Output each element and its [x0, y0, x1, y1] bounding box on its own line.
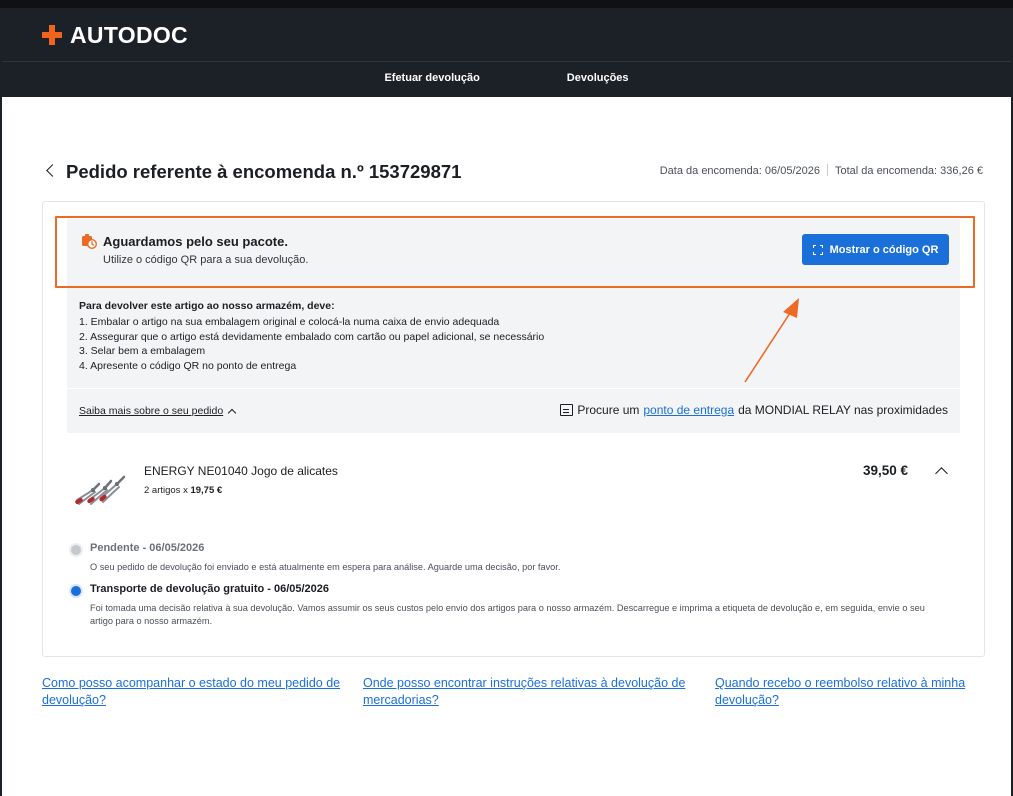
order-total: Total da encomenda: 336,26 € — [834, 165, 983, 177]
order-date: Data da encomenda: 06/05/2026 — [659, 165, 820, 177]
logo-text: AUTODOC — [70, 21, 188, 48]
window-top-strip — [0, 0, 1013, 8]
show-qr-code-label: Mostrar o código QR — [829, 243, 939, 256]
logo-plus-icon — [42, 25, 62, 45]
pliers-product-image — [75, 475, 126, 505]
step-description: Foi tomada uma decisão relativa à sua de… — [90, 603, 925, 626]
top-nav: Efetuar devolução Devoluções — [2, 72, 1011, 84]
learn-more-label: Saiba mais sobre o seu pedido — [79, 405, 224, 417]
nav-item-returns[interactable]: Devoluções — [567, 72, 629, 84]
receipt-icon — [560, 404, 574, 416]
meta-separator — [826, 164, 828, 176]
qr-scan-icon — [812, 244, 823, 255]
step-title: Transporte de devolução gratuito - 06/05… — [90, 583, 330, 595]
product-row: ENERGY NE01040 Jogo de alicates 2 artigo… — [67, 452, 960, 532]
instruction-step: 2. Assegurar que o artigo está devidamen… — [79, 330, 545, 343]
order-meta: Data da encomenda: 06/05/2026 Total da en… — [660, 164, 983, 177]
autodoc-logo[interactable]: AUTODOC — [42, 22, 188, 48]
faq-link-return-instructions[interactable]: Onde posso encontrar instruções relativa… — [363, 675, 703, 709]
step-description: O seu pedido de devolução foi enviado e … — [90, 562, 561, 572]
faq-link-track-status[interactable]: Como posso acompanhar o estado do meu pe… — [42, 675, 352, 709]
pickup-point-finder: Procure um ponto de entrega da MONDIAL R… — [560, 403, 948, 417]
status-dot-blue-icon — [71, 586, 81, 596]
instruction-step: 1. Embalar o artigo na sua embalagem ori… — [79, 315, 500, 328]
back-chevron-icon[interactable] — [46, 164, 59, 177]
notice-title: Aguardamos pelo seu pacote. — [103, 234, 288, 249]
panel-divider — [67, 388, 960, 389]
chevron-up-icon — [227, 408, 237, 418]
header-divider — [2, 61, 1011, 62]
product-quantity: 2 artigos x 19,75 € — [144, 485, 222, 496]
instruction-step: 3. Selar bem a embalagem — [79, 345, 206, 358]
notice-subtitle: Utilize o código QR para a sua devolução… — [103, 254, 309, 266]
qty-prefix: 2 artigos x — [144, 485, 188, 496]
product-name: ENERGY NE01040 Jogo de alicates — [144, 464, 338, 478]
package-clock-icon — [82, 234, 97, 249]
page-title-row: Pedido referente à encomenda n.º 1537298… — [42, 159, 983, 185]
collapse-chevron-icon[interactable] — [935, 467, 948, 480]
awaiting-package-notice: Aguardamos pelo seu pacote. Utilize o có… — [67, 219, 960, 281]
learn-more-link[interactable]: Saiba mais sobre o seu pedido — [79, 405, 237, 418]
instructions-heading: Para devolver este artigo ao nosso armaz… — [79, 300, 335, 312]
nav-item-make-return[interactable]: Efetuar devolução — [384, 72, 479, 84]
status-dot-gray-icon — [71, 545, 81, 555]
page-title: Pedido referente à encomenda n.º 1537298… — [66, 161, 462, 182]
faq-link-refund-timing[interactable]: Quando recebo o reembolso relativo à min… — [715, 675, 983, 709]
show-qr-code-button[interactable]: Mostrar o código QR — [802, 234, 949, 265]
return-card: Aguardamos pelo seu pacote. Utilize o có… — [42, 201, 985, 657]
pickup-point-link[interactable]: ponto de entrega — [643, 403, 734, 417]
return-info-panel: Aguardamos pelo seu pacote. Utilize o có… — [67, 219, 960, 433]
page-frame: AUTODOC Efetuar devolução Devoluções Ped… — [2, 8, 1011, 796]
pickup-prefix: Procure um — [577, 403, 640, 417]
instruction-step: 4. Apresente o código QR no ponto de ent… — [79, 360, 297, 373]
site-header: AUTODOC Efetuar devolução Devoluções — [2, 8, 1011, 97]
return-instructions: Para devolver este artigo ao nosso armaz… — [79, 299, 544, 374]
unit-price: 19,75 € — [190, 485, 223, 496]
product-price: 39,50 € — [863, 463, 909, 478]
pickup-suffix: da MONDIAL RELAY nas proximidades — [738, 403, 948, 417]
step-title: Pendente - 06/05/2026 — [90, 542, 205, 554]
